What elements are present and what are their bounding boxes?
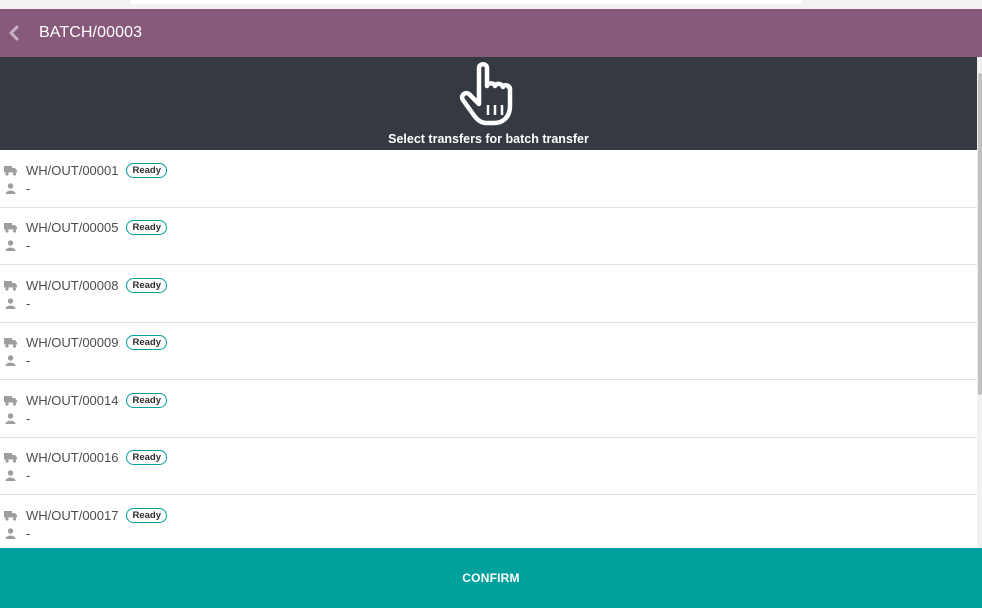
transfer-row[interactable]: WH/OUT/00014 Ready - — [0, 380, 977, 438]
partner-name: - — [26, 410, 31, 426]
status-badge: Ready — [126, 450, 167, 465]
transfer-reference: WH/OUT/00017 — [26, 507, 119, 523]
transfer-reference: WH/OUT/00001 — [26, 162, 119, 178]
truck-icon — [3, 165, 17, 176]
user-icon — [5, 527, 15, 539]
top-bar: BATCH/00003 — [0, 9, 982, 57]
list-scrollbar[interactable] — [977, 57, 982, 548]
confirm-button[interactable]: CONFIRM — [0, 548, 982, 608]
truck-icon — [3, 280, 17, 291]
partner-name: - — [26, 468, 31, 483]
pointing-hand-icon — [459, 62, 512, 126]
chevron-left-icon — [9, 25, 19, 41]
user-icon — [5, 182, 15, 194]
user-icon — [5, 412, 15, 424]
transfer-row[interactable]: WH/OUT/00008 Ready - — [0, 265, 977, 323]
partner-name: - — [26, 353, 31, 368]
address-bar-edge — [130, 0, 802, 4]
status-badge: Ready — [126, 162, 167, 178]
instruction-banner: Select transfers for batch transfer — [0, 57, 977, 150]
transfer-reference: WH/OUT/00014 — [26, 392, 119, 408]
banner-caption: Select transfers for batch transfer — [388, 132, 589, 146]
status-badge: Ready — [126, 220, 167, 235]
truck-icon — [3, 395, 17, 406]
partner-name: - — [26, 180, 31, 196]
transfer-row[interactable]: WH/OUT/00016 Ready - — [0, 438, 977, 495]
status-badge: Ready — [126, 277, 167, 293]
transfer-list: WH/OUT/00001 Ready - WH/OUT/00005 Ready … — [0, 150, 977, 548]
transfer-row[interactable]: WH/OUT/00017 Ready - — [0, 495, 977, 548]
transfer-reference: WH/OUT/00009 — [26, 335, 119, 350]
transfer-row[interactable]: WH/OUT/00005 Ready - — [0, 208, 977, 265]
user-icon — [5, 297, 15, 309]
transfer-row[interactable]: WH/OUT/00009 Ready - — [0, 323, 977, 380]
scrollbar-thumb[interactable] — [978, 73, 982, 395]
back-button[interactable] — [3, 9, 25, 57]
partner-name: - — [26, 238, 31, 253]
transfer-row[interactable]: WH/OUT/00001 Ready - — [0, 150, 977, 208]
transfer-reference: WH/OUT/00005 — [26, 220, 119, 235]
user-icon — [5, 240, 15, 251]
truck-icon — [3, 453, 17, 463]
truck-icon — [3, 510, 17, 521]
status-badge: Ready — [126, 335, 167, 350]
status-badge: Ready — [126, 392, 167, 408]
user-icon — [5, 470, 15, 481]
truck-icon — [3, 223, 17, 233]
transfer-reference: WH/OUT/00008 — [26, 277, 119, 293]
partner-name: - — [26, 295, 31, 311]
transfer-reference: WH/OUT/00016 — [26, 450, 119, 465]
user-icon — [5, 355, 15, 366]
truck-icon — [3, 338, 17, 348]
browser-chrome-strip — [0, 0, 982, 9]
status-badge: Ready — [126, 507, 167, 523]
partner-name: - — [26, 525, 31, 541]
page-title: BATCH/00003 — [39, 24, 143, 41]
